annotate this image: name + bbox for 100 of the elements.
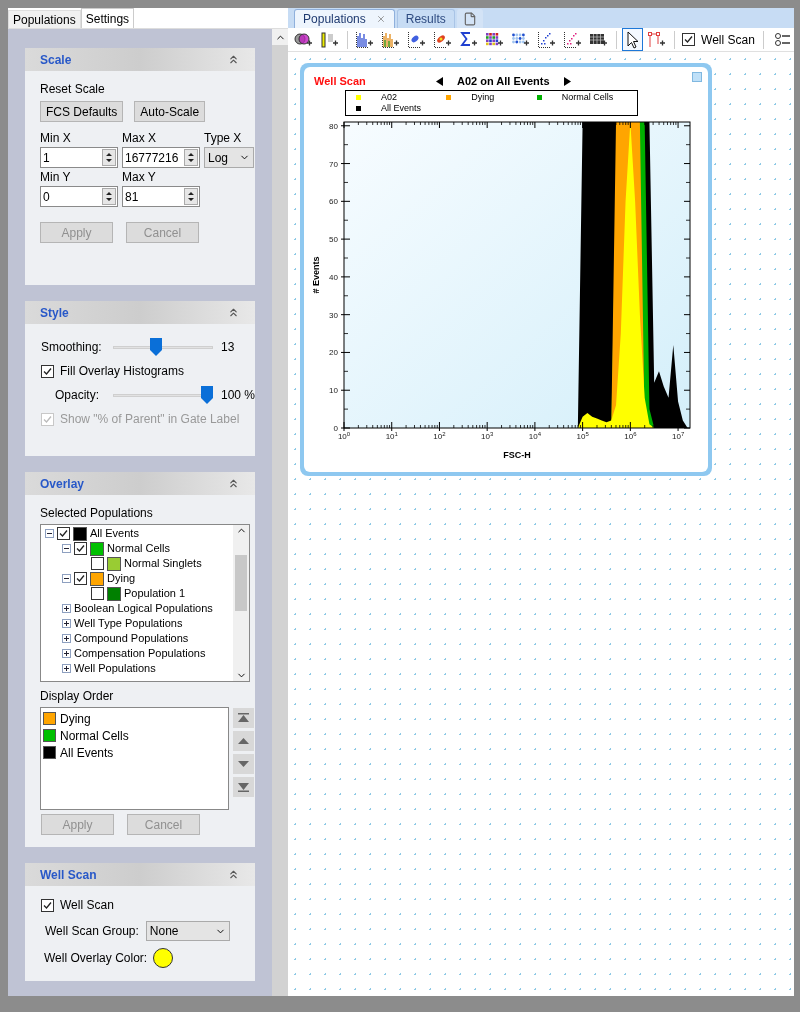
tree-checkbox[interactable] xyxy=(74,572,87,585)
slider-label: Opacity: xyxy=(55,387,100,404)
tree-checkbox[interactable] xyxy=(57,527,70,540)
legend-label: All Events xyxy=(381,101,422,115)
list-item[interactable]: All Events xyxy=(60,743,114,762)
slider-track[interactable] xyxy=(113,338,213,356)
field-label: Min Y xyxy=(40,171,72,184)
spinner-icon[interactable] xyxy=(184,149,198,166)
section-label: Display Order xyxy=(40,688,115,705)
list-item[interactable]: Dying xyxy=(60,709,91,728)
collapse-icon[interactable] xyxy=(45,529,54,538)
checkbox-label: Show "% of Parent" in Gate Label xyxy=(60,411,240,428)
card-title: Overlay xyxy=(40,475,85,493)
previous-icon[interactable] xyxy=(436,76,444,86)
slider-thumb[interactable] xyxy=(201,386,213,404)
card-title: Scale xyxy=(40,51,72,69)
slider-value: 100 % xyxy=(221,387,256,404)
x-axis-title: FSC-H xyxy=(503,449,531,462)
move-up-icon[interactable] xyxy=(233,731,254,751)
checkbox[interactable] xyxy=(41,364,54,378)
x-tick-label: 10$^{4}$ xyxy=(528,431,542,443)
slider-thumb[interactable] xyxy=(149,338,162,356)
expand-icon[interactable] xyxy=(62,664,71,673)
tree-checkbox[interactable] xyxy=(91,557,104,570)
card-title: Well Scan xyxy=(40,866,97,884)
x-tick-label: 10$^{2}$ xyxy=(433,431,446,443)
field-label: Well Scan Group: xyxy=(45,923,139,940)
move-bottom-icon[interactable] xyxy=(233,777,254,797)
collapse-icon[interactable] xyxy=(62,544,71,553)
close-icon[interactable] xyxy=(375,14,386,24)
tree-item[interactable]: Dying xyxy=(107,570,136,587)
list-item[interactable]: Normal Cells xyxy=(60,726,129,745)
panel-tab[interactable]: Populations xyxy=(8,10,81,28)
expand-icon[interactable] xyxy=(62,619,71,628)
x-tick-label: 10$^{5}$ xyxy=(576,431,589,443)
x-tick-label: 10$^{3}$ xyxy=(481,431,494,443)
x-tick-label: 10$^{7}$ xyxy=(671,431,685,443)
checkbox-label: Well Scan xyxy=(60,897,114,914)
number-field[interactable]: 16777216 xyxy=(122,147,200,168)
expand-icon[interactable] xyxy=(62,604,71,613)
collapse-icon[interactable] xyxy=(62,574,71,583)
color-picker[interactable] xyxy=(153,948,174,968)
scrollbar[interactable] xyxy=(233,525,249,681)
document-tab[interactable]: Populations xyxy=(294,9,395,28)
number-field[interactable]: 0 xyxy=(40,186,118,207)
checkbox-label: Well Scan xyxy=(701,31,755,49)
spinner-icon[interactable] xyxy=(184,188,198,205)
tree-item[interactable]: Normal Cells xyxy=(107,540,170,557)
slider-value: 13 xyxy=(221,339,235,356)
x-tick-label: 10$^{0}$ xyxy=(337,431,351,443)
y-axis-title: # Events xyxy=(311,256,322,294)
expand-icon[interactable] xyxy=(62,649,71,658)
plot-title: Well Scan xyxy=(314,73,367,89)
reset-button[interactable]: FCS Defaults xyxy=(40,101,124,122)
spinner-icon[interactable] xyxy=(102,149,116,166)
panel-tab[interactable]: Settings xyxy=(80,8,135,28)
x-tick-label: 10$^{6}$ xyxy=(624,431,637,443)
tree-checkbox[interactable] xyxy=(91,587,104,600)
expand-icon[interactable] xyxy=(62,634,71,643)
tree-item[interactable]: Well Type Populations xyxy=(74,615,183,632)
y-tick-label: 50 xyxy=(329,235,339,245)
legend-label: Dying xyxy=(471,90,495,104)
y-tick-label: 70 xyxy=(329,159,339,169)
next-icon[interactable] xyxy=(563,76,571,86)
y-tick-label: 40 xyxy=(329,272,339,282)
field-label: Max Y xyxy=(122,171,157,184)
dropdown[interactable]: None xyxy=(145,921,230,941)
tree-item[interactable]: Population 1 xyxy=(124,585,186,602)
scrollbar[interactable] xyxy=(272,29,289,996)
move-top-icon[interactable] xyxy=(233,708,254,728)
tree-item[interactable]: Compensation Populations xyxy=(74,645,206,662)
slider-label: Smoothing: xyxy=(41,339,103,356)
document-tab[interactable]: Results xyxy=(396,9,455,28)
section-label: Reset Scale xyxy=(40,81,106,98)
document-icon xyxy=(462,11,477,26)
number-field[interactable]: 1 xyxy=(40,147,118,168)
tree-item[interactable]: Normal Singlets xyxy=(124,555,202,572)
new-tab-button[interactable] xyxy=(456,9,483,28)
field-label: Max X xyxy=(122,132,157,145)
section-label: Selected Populations xyxy=(40,505,154,522)
y-tick-label: 20 xyxy=(329,348,339,358)
slider-track[interactable] xyxy=(113,386,213,404)
y-tick-label: 60 xyxy=(329,197,339,207)
move-down-icon[interactable] xyxy=(233,754,254,774)
checkbox[interactable] xyxy=(682,33,696,46)
tree-item[interactable]: Boolean Logical Populations xyxy=(74,600,213,617)
checkbox[interactable] xyxy=(41,898,54,912)
tree-item[interactable]: Compound Populations xyxy=(74,630,189,647)
plot-subtitle: A02 on All Events xyxy=(456,73,551,89)
dropdown[interactable]: Log xyxy=(204,147,254,168)
spinner-icon[interactable] xyxy=(102,188,116,205)
y-tick-label: 80 xyxy=(329,121,339,131)
reset-button[interactable]: Auto-Scale xyxy=(134,101,206,122)
y-tick-label: 10 xyxy=(329,386,339,396)
tree-item[interactable]: All Events xyxy=(90,525,139,542)
tree-checkbox[interactable] xyxy=(74,542,87,555)
field-label: Min X xyxy=(40,132,72,145)
tree-item[interactable]: Well Populations xyxy=(74,660,156,677)
y-tick-label: 0 xyxy=(333,424,339,433)
number-field[interactable]: 81 xyxy=(122,186,200,207)
